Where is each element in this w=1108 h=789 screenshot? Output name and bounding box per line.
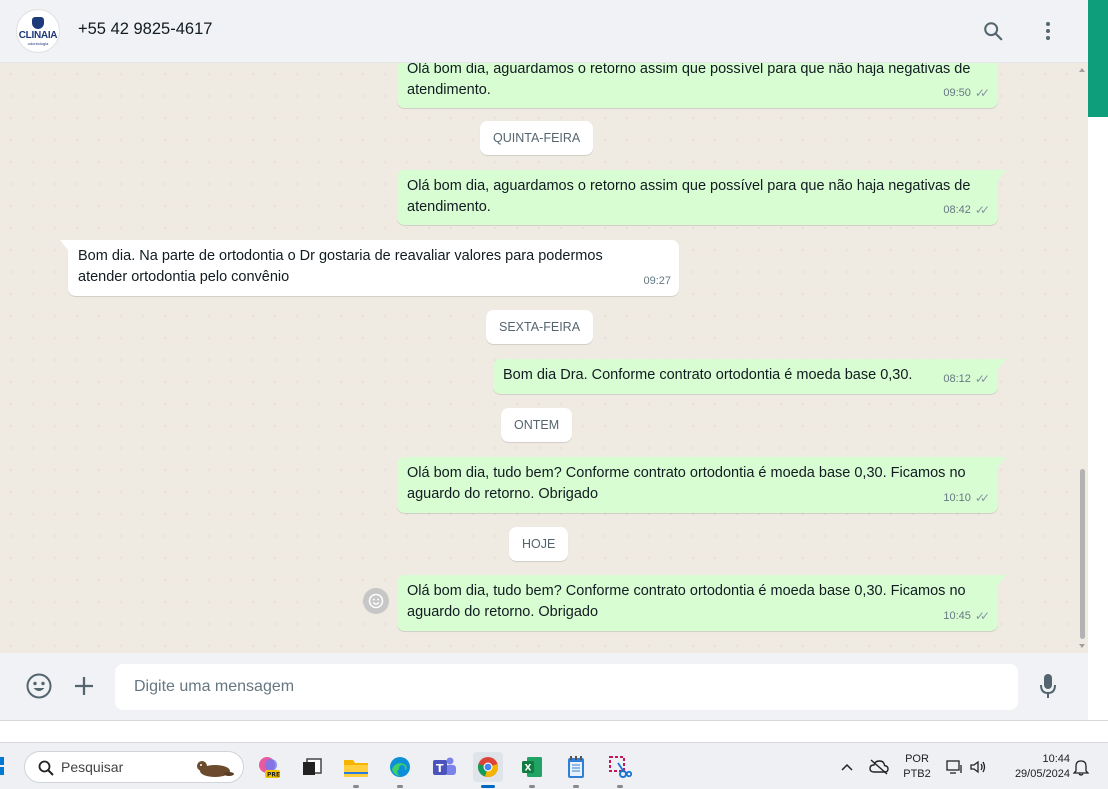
scroll-thumb[interactable] [1080,469,1085,639]
message-bubble-outgoing[interactable]: Olá bom dia, aguardamos o retorno assim … [397,170,1006,225]
scroll-up-arrow-icon[interactable] [1079,68,1085,72]
window-edge [1088,0,1108,720]
taskbar-search[interactable]: Pesquisar [24,751,244,783]
message-text: Olá bom dia, tudo bem? Conforme contrato… [407,583,966,620]
snipping-tool-icon[interactable] [605,752,635,788]
contact-avatar[interactable]: CLINAIA odontologia [16,9,60,53]
message-bubble-outgoing[interactable]: Olá bom dia, aguardamos o retorno assim … [397,63,998,108]
copilot-pre-icon[interactable]: PRE [254,752,284,782]
accent-strip [1088,0,1108,117]
attach-plus-icon[interactable] [69,671,99,701]
read-ticks-icon: ✓✓ [974,86,990,100]
windows-start-icon[interactable] [0,755,10,777]
clock[interactable]: 10:44 29/05/2024 [998,752,1070,782]
read-ticks-icon: ✓✓ [974,491,990,505]
day-separator: QUINTA-FEIRA [480,121,594,155]
svg-text:PRE: PRE [267,772,280,779]
message-composer [0,653,1088,720]
message-bubble-incoming[interactable]: Bom dia. Na parte de ortodontia o Dr gos… [60,240,679,296]
react-emoji-icon[interactable] [363,588,389,614]
contact-name[interactable]: +55 42 9825-4617 [78,20,212,39]
search-icon [37,759,55,780]
message-time: 10:45 [943,610,971,622]
file-explorer-icon[interactable] [341,752,371,788]
notepad-icon[interactable] [561,752,591,788]
otter-highlight-icon [193,757,235,779]
day-separator: HOJE [509,527,569,561]
language-code: POR [905,753,929,765]
task-view-icon[interactable] [297,752,327,782]
avatar-sub: odontologia [27,40,49,46]
window-bottom-frame [0,720,1108,742]
clock-time: 10:44 [1042,753,1070,765]
input-language[interactable]: POR PTB2 [900,752,934,782]
chat-header: CLINAIA odontologia +55 42 9825-4617 [0,0,1088,63]
message-time: 10:10 [943,492,971,504]
message-text: Olá bom dia, tudo bem? Conforme contrato… [407,465,966,502]
read-ticks-icon: ✓✓ [974,372,990,386]
chat-scrollbar[interactable] [1077,64,1087,652]
menu-kebab-icon[interactable] [1034,17,1062,45]
message-list[interactable]: Olá bom dia, aguardamos o retorno assim … [0,63,1077,653]
message-bubble-outgoing[interactable]: Bom dia Dra. Conforme contrato ortodonti… [493,359,1006,394]
emoji-picker-icon[interactable] [24,671,54,701]
teams-icon[interactable]: T [429,752,459,782]
excel-icon[interactable]: X [517,752,547,788]
search-icon[interactable] [979,17,1007,45]
keyboard-layout: PTB2 [903,768,931,780]
message-text: Bom dia Dra. Conforme contrato ortodonti… [503,367,913,383]
message-text: Bom dia. Na parte de ortodontia o Dr gos… [78,248,603,285]
volume-icon[interactable] [968,757,988,777]
svg-text:T: T [436,762,444,775]
avatar-brand: CLINAIA [18,29,58,41]
message-input[interactable] [115,664,1018,710]
microphone-icon[interactable] [1033,671,1063,701]
day-separator: ONTEM [501,408,573,442]
chrome-browser-icon[interactable] [473,752,503,788]
onedrive-offline-icon[interactable] [869,757,889,777]
message-bubble-outgoing[interactable]: Olá bom dia, tudo bem? Conforme contrato… [397,575,1006,631]
scroll-down-arrow-icon[interactable] [1079,644,1085,648]
message-bubble-outgoing[interactable]: Olá bom dia, tudo bem? Conforme contrato… [397,457,1006,513]
message-text: Olá bom dia, aguardamos o retorno assim … [407,63,971,98]
message-time: 09:27 [643,275,671,287]
edge-browser-icon[interactable] [385,752,415,788]
svg-text:X: X [525,764,532,774]
message-time: 08:12 [943,373,971,385]
windows-taskbar: Pesquisar PRE T X POR PTB2 10:44 29/05/2… [0,742,1108,789]
message-time: 09:50 [943,87,971,99]
chevron-up-icon[interactable] [837,757,857,777]
clock-date: 29/05/2024 [1014,768,1070,780]
tooth-logo-icon [32,16,44,29]
day-separator: SEXTA-FEIRA [486,310,594,344]
read-ticks-icon: ✓✓ [974,609,990,623]
message-text: Olá bom dia, aguardamos o retorno assim … [407,178,971,215]
network-icon[interactable] [945,757,965,777]
read-ticks-icon: ✓✓ [974,203,990,217]
notification-bell-icon[interactable] [1071,757,1091,777]
taskbar-search-label: Pesquisar [61,759,124,775]
message-time: 08:42 [943,204,971,216]
